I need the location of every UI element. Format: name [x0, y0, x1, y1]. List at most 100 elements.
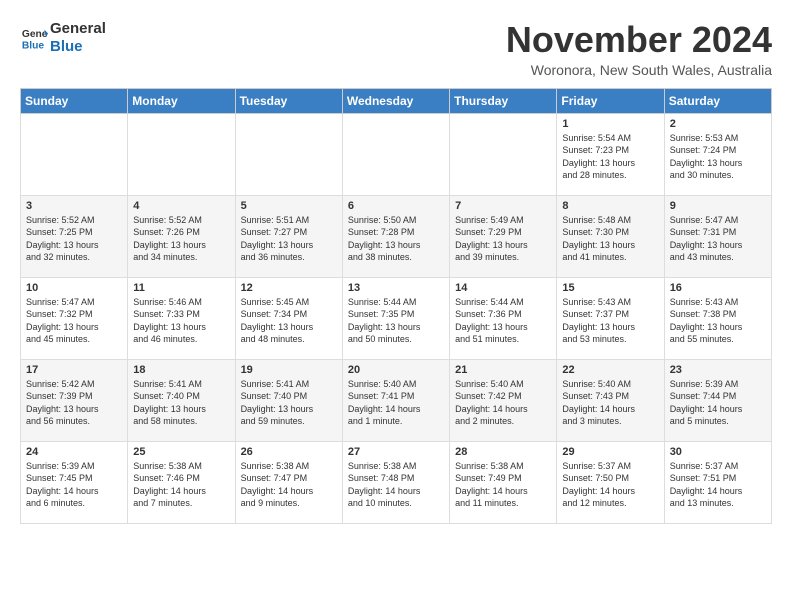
day-number: 15 — [562, 282, 658, 294]
header: General Blue General Blue November 2024 … — [20, 20, 772, 78]
day-number: 30 — [670, 446, 766, 458]
calendar-cell: 3 Sunrise: 5:52 AM Sunset: 7:25 PM Daylig… — [21, 195, 128, 277]
day-number: 28 — [455, 446, 551, 458]
calendar-cell: 23 Sunrise: 5:39 AM Sunset: 7:44 PM Dayli… — [664, 359, 771, 441]
day-info: Sunrise: 5:37 AM Sunset: 7:51 PM Dayligh… — [670, 460, 766, 510]
calendar-cell: 24 Sunrise: 5:39 AM Sunset: 7:45 PM Dayli… — [21, 441, 128, 523]
logo-line1: General — [50, 20, 106, 38]
calendar-cell: 25Sunrise: 5:38 AM Sunset: 7:46 PM Dayli… — [128, 441, 235, 523]
calendar-cell — [450, 113, 557, 195]
day-info: Sunrise: 5:38 AM Sunset: 7:46 PM Dayligh… — [133, 460, 229, 510]
header-sunday: Sunday — [21, 88, 128, 113]
day-number: 26 — [241, 446, 337, 458]
day-info: Sunrise: 5:40 AM Sunset: 7:42 PM Dayligh… — [455, 378, 551, 428]
calendar-cell: 16Sunrise: 5:43 AM Sunset: 7:38 PM Dayli… — [664, 277, 771, 359]
calendar-cell: 6 Sunrise: 5:50 AM Sunset: 7:28 PM Daylig… — [342, 195, 449, 277]
day-info: Sunrise: 5:52 AM Sunset: 7:25 PM Dayligh… — [26, 214, 122, 264]
calendar-cell: 22 Sunrise: 5:40 AM Sunset: 7:43 PM Dayli… — [557, 359, 664, 441]
day-info: Sunrise: 5:44 AM Sunset: 7:35 PM Dayligh… — [348, 296, 444, 346]
header-friday: Friday — [557, 88, 664, 113]
day-number: 17 — [26, 364, 122, 376]
day-info: Sunrise: 5:47 AM Sunset: 7:31 PM Dayligh… — [670, 214, 766, 264]
calendar-cell: 4 Sunrise: 5:52 AM Sunset: 7:26 PM Daylig… — [128, 195, 235, 277]
day-info: Sunrise: 5:41 AM Sunset: 7:40 PM Dayligh… — [133, 378, 229, 428]
calendar-cell: 9 Sunrise: 5:47 AM Sunset: 7:31 PM Daylig… — [664, 195, 771, 277]
header-wednesday: Wednesday — [342, 88, 449, 113]
calendar-week-3: 10 Sunrise: 5:47 AM Sunset: 7:32 PM Dayli… — [21, 277, 772, 359]
day-info: Sunrise: 5:46 AM Sunset: 7:33 PM Dayligh… — [133, 296, 229, 346]
day-number: 14 — [455, 282, 551, 294]
day-number: 3 — [26, 200, 122, 212]
calendar-cell: 19 Sunrise: 5:41 AM Sunset: 7:40 PM Dayli… — [235, 359, 342, 441]
day-info: Sunrise: 5:52 AM Sunset: 7:26 PM Dayligh… — [133, 214, 229, 264]
calendar-cell: 1 Sunrise: 5:54 AM Sunset: 7:23 PM Daylig… — [557, 113, 664, 195]
calendar-cell: 20Sunrise: 5:40 AM Sunset: 7:41 PM Dayli… — [342, 359, 449, 441]
day-number: 12 — [241, 282, 337, 294]
day-info: Sunrise: 5:39 AM Sunset: 7:45 PM Dayligh… — [26, 460, 122, 510]
day-number: 18 — [133, 364, 229, 376]
day-info: Sunrise: 5:38 AM Sunset: 7:47 PM Dayligh… — [241, 460, 337, 510]
day-number: 5 — [241, 200, 337, 212]
calendar-cell: 17 Sunrise: 5:42 AM Sunset: 7:39 PM Dayli… — [21, 359, 128, 441]
header-tuesday: Tuesday — [235, 88, 342, 113]
calendar-cell — [235, 113, 342, 195]
day-info: Sunrise: 5:39 AM Sunset: 7:44 PM Dayligh… — [670, 378, 766, 428]
day-info: Sunrise: 5:37 AM Sunset: 7:50 PM Dayligh… — [562, 460, 658, 510]
day-number: 9 — [670, 200, 766, 212]
header-thursday: Thursday — [450, 88, 557, 113]
day-info: Sunrise: 5:44 AM Sunset: 7:36 PM Dayligh… — [455, 296, 551, 346]
calendar-cell: 2 Sunrise: 5:53 AM Sunset: 7:24 PM Daylig… — [664, 113, 771, 195]
day-info: Sunrise: 5:48 AM Sunset: 7:30 PM Dayligh… — [562, 214, 658, 264]
calendar-cell: 10 Sunrise: 5:47 AM Sunset: 7:32 PM Dayli… — [21, 277, 128, 359]
logo-icon: General Blue — [20, 24, 48, 52]
day-info: Sunrise: 5:51 AM Sunset: 7:27 PM Dayligh… — [241, 214, 337, 264]
day-number: 22 — [562, 364, 658, 376]
calendar-week-1: 1 Sunrise: 5:54 AM Sunset: 7:23 PM Daylig… — [21, 113, 772, 195]
day-info: Sunrise: 5:42 AM Sunset: 7:39 PM Dayligh… — [26, 378, 122, 428]
day-info: Sunrise: 5:49 AM Sunset: 7:29 PM Dayligh… — [455, 214, 551, 264]
day-info: Sunrise: 5:38 AM Sunset: 7:48 PM Dayligh… — [348, 460, 444, 510]
day-number: 27 — [348, 446, 444, 458]
month-title: November 2024 — [506, 20, 772, 60]
day-info: Sunrise: 5:38 AM Sunset: 7:49 PM Dayligh… — [455, 460, 551, 510]
calendar-cell: 11 Sunrise: 5:46 AM Sunset: 7:33 PM Dayli… — [128, 277, 235, 359]
day-info: Sunrise: 5:50 AM Sunset: 7:28 PM Dayligh… — [348, 214, 444, 264]
calendar-cell: 8 Sunrise: 5:48 AM Sunset: 7:30 PM Daylig… — [557, 195, 664, 277]
day-number: 2 — [670, 118, 766, 130]
day-number: 24 — [26, 446, 122, 458]
day-number: 19 — [241, 364, 337, 376]
title-area: November 2024 Woronora, New South Wales,… — [506, 20, 772, 78]
day-info: Sunrise: 5:53 AM Sunset: 7:24 PM Dayligh… — [670, 132, 766, 182]
day-info: Sunrise: 5:47 AM Sunset: 7:32 PM Dayligh… — [26, 296, 122, 346]
day-number: 11 — [133, 282, 229, 294]
calendar-week-4: 17 Sunrise: 5:42 AM Sunset: 7:39 PM Dayli… — [21, 359, 772, 441]
day-info: Sunrise: 5:41 AM Sunset: 7:40 PM Dayligh… — [241, 378, 337, 428]
logo-line2: Blue — [50, 38, 106, 56]
day-number: 23 — [670, 364, 766, 376]
calendar-cell: 30 Sunrise: 5:37 AM Sunset: 7:51 PM Dayli… — [664, 441, 771, 523]
day-number: 1 — [562, 118, 658, 130]
calendar-cell: 18 Sunrise: 5:41 AM Sunset: 7:40 PM Dayli… — [128, 359, 235, 441]
header-monday: Monday — [128, 88, 235, 113]
day-number: 6 — [348, 200, 444, 212]
calendar-cell — [342, 113, 449, 195]
calendar-cell: 7Sunrise: 5:49 AM Sunset: 7:29 PM Daylig… — [450, 195, 557, 277]
day-number: 16 — [670, 282, 766, 294]
day-info: Sunrise: 5:43 AM Sunset: 7:37 PM Dayligh… — [562, 296, 658, 346]
calendar-table: SundayMondayTuesdayWednesdayThursdayFrid… — [20, 88, 772, 524]
day-info: Sunrise: 5:54 AM Sunset: 7:23 PM Dayligh… — [562, 132, 658, 182]
calendar-header-row: SundayMondayTuesdayWednesdayThursdayFrid… — [21, 88, 772, 113]
day-number: 21 — [455, 364, 551, 376]
day-info: Sunrise: 5:40 AM Sunset: 7:43 PM Dayligh… — [562, 378, 658, 428]
day-number: 4 — [133, 200, 229, 212]
calendar-cell: 5 Sunrise: 5:51 AM Sunset: 7:27 PM Daylig… — [235, 195, 342, 277]
day-number: 20 — [348, 364, 444, 376]
day-info: Sunrise: 5:45 AM Sunset: 7:34 PM Dayligh… — [241, 296, 337, 346]
day-number: 8 — [562, 200, 658, 212]
svg-text:Blue: Blue — [22, 40, 45, 51]
calendar-cell: 28 Sunrise: 5:38 AM Sunset: 7:49 PM Dayli… — [450, 441, 557, 523]
calendar-cell: 21 Sunrise: 5:40 AM Sunset: 7:42 PM Dayli… — [450, 359, 557, 441]
calendar-week-5: 24 Sunrise: 5:39 AM Sunset: 7:45 PM Dayli… — [21, 441, 772, 523]
day-number: 13 — [348, 282, 444, 294]
day-number: 10 — [26, 282, 122, 294]
